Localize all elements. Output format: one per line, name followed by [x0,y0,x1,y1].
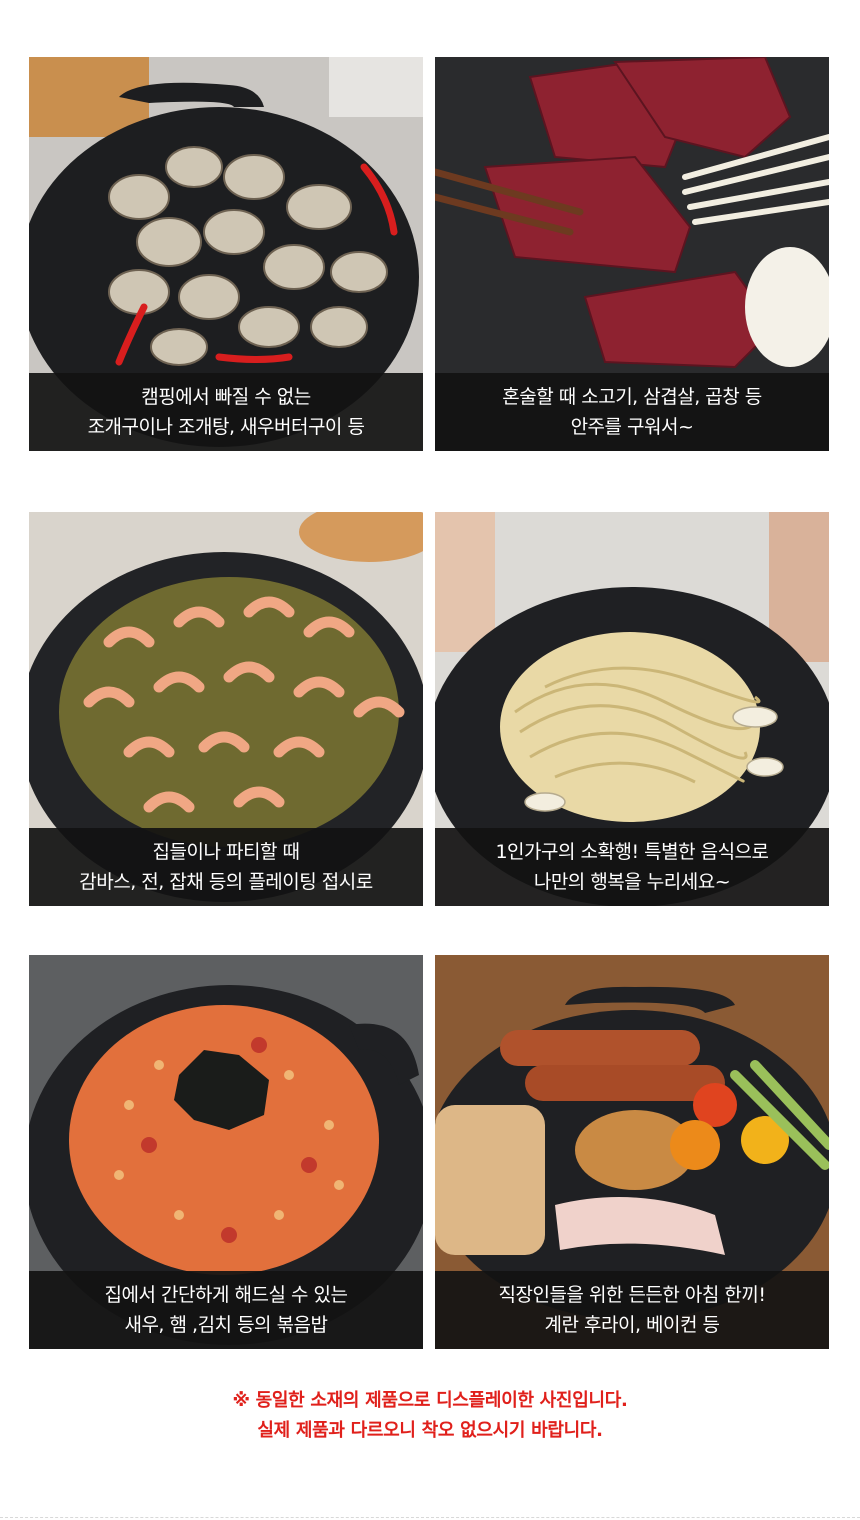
caption-line: 계란 후라이, 베이컨 등 [544,1314,720,1336]
caption-line: 조개구이나 조개탕, 새우버터구이 등 [87,416,365,438]
caption-line: 나만의 행복을 누리세요~ [533,871,731,893]
caption-line: 집들이나 파티할 때 [152,841,300,863]
photo-card-breakfast: 직장인들을 위한 든든한 아침 한끼! 계란 후라이, 베이컨 등 [435,955,829,1349]
caption-clams: 캠핑에서 빠질 수 없는 조개구이나 조개탕, 새우버터구이 등 [29,373,423,451]
caption-line: 집에서 간단하게 해드실 수 있는 [104,1284,348,1306]
photo-card-fried-rice: 집에서 간단하게 해드실 수 있는 새우, 햄 ,김치 등의 볶음밥 [29,955,423,1349]
caption-shrimp: 집들이나 파티할 때 감바스, 전, 잡채 등의 플레이팅 접시로 [29,828,423,906]
caption-line: 새우, 햄 ,김치 등의 볶음밥 [124,1314,328,1336]
caption-pasta: 1인가구의 소확행! 특별한 음식으로 나만의 행복을 누리세요~ [435,828,829,906]
product-notice: ※ 동일한 소재의 제품으로 디스플레이한 사진입니다. 실제 제품과 다르오니… [0,1386,860,1446]
photo-card-beef: 혼술할 때 소고기, 삼겹살, 곱창 등 안주를 구워서~ [435,57,829,451]
caption-fried-rice: 집에서 간단하게 해드실 수 있는 새우, 햄 ,김치 등의 볶음밥 [29,1271,423,1349]
caption-line: 안주를 구워서~ [570,416,694,438]
caption-line: 감바스, 전, 잡채 등의 플레이팅 접시로 [79,871,373,893]
caption-line: 1인가구의 소확행! 특별한 음식으로 [495,841,769,863]
caption-breakfast: 직장인들을 위한 든든한 아침 한끼! 계란 후라이, 베이컨 등 [435,1271,829,1349]
bottom-divider [0,1517,860,1518]
notice-line-2: 실제 제품과 다르오니 착오 없으시기 바랍니다. [257,1420,603,1441]
photo-card-shrimp: 집들이나 파티할 때 감바스, 전, 잡채 등의 플레이팅 접시로 [29,512,423,906]
notice-line-1: ※ 동일한 소재의 제품으로 디스플레이한 사진입니다. [232,1390,628,1411]
photo-card-clams: 캠핑에서 빠질 수 없는 조개구이나 조개탕, 새우버터구이 등 [29,57,423,451]
caption-line: 직장인들을 위한 든든한 아침 한끼! [498,1284,767,1306]
caption-beef: 혼술할 때 소고기, 삼겹살, 곱창 등 안주를 구워서~ [435,373,829,451]
photo-card-pasta: 1인가구의 소확행! 특별한 음식으로 나만의 행복을 누리세요~ [435,512,829,906]
caption-line: 캠핑에서 빠질 수 없는 [141,386,311,408]
caption-line: 혼술할 때 소고기, 삼겹살, 곱창 등 [502,386,762,408]
